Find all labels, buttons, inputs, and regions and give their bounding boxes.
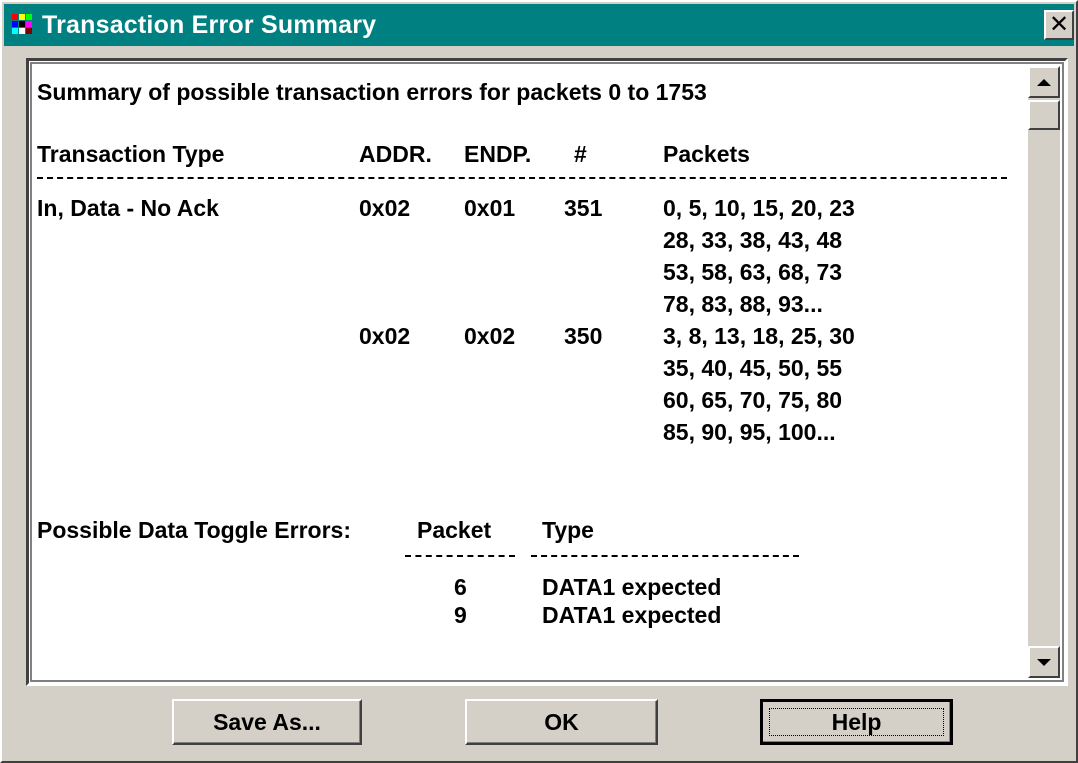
row-1-packets-line-1: 0, 5, 10, 15, 20, 23 <box>663 195 855 221</box>
row-2-count: 350 <box>564 323 603 349</box>
column-header-endp: ENDP. <box>464 141 532 167</box>
toggle-row-1-packet: 6 <box>454 574 467 600</box>
row-2-endp: 0x02 <box>464 323 516 349</box>
row-1-packets-line-4: 78, 83, 88, 93... <box>663 291 823 317</box>
vertical-scrollbar[interactable] <box>1028 66 1060 678</box>
summary-heading: Summary of possible transaction errors f… <box>37 79 707 105</box>
column-header-count: # <box>574 141 587 167</box>
scroll-up-arrow-icon <box>1037 78 1051 86</box>
summary-content: Summary of possible transaction errors f… <box>37 69 1025 675</box>
app-icon <box>12 14 34 36</box>
row-1-packets-line-2: 28, 33, 38, 43, 48 <box>663 227 843 253</box>
ok-label: OK <box>544 708 579 735</box>
scroll-down-button[interactable] <box>1028 646 1060 678</box>
focus-ring <box>769 708 944 736</box>
close-button[interactable]: ✕ <box>1044 10 1074 40</box>
column-header-packets: Packets <box>663 141 750 167</box>
row-2-packets-line-4: 85, 90, 95, 100... <box>663 419 836 445</box>
save-as-label: Save As... <box>213 708 321 735</box>
row-2-packets-line-1: 3, 8, 13, 18, 25, 30 <box>663 323 855 349</box>
row-1-type: In, Data - No Ack <box>37 195 219 221</box>
row-2-packets-line-3: 60, 65, 70, 75, 80 <box>663 387 843 413</box>
scroll-thumb[interactable] <box>1028 100 1060 130</box>
row-1-count: 351 <box>564 195 603 221</box>
column-header-addr: ADDR. <box>359 141 432 167</box>
toggle-row-1-type: DATA1 expected <box>542 574 722 600</box>
row-2-addr: 0x02 <box>359 323 411 349</box>
row-1-addr: 0x02 <box>359 195 411 221</box>
toggle-row-2-packet: 9 <box>454 602 467 628</box>
help-button[interactable]: Help <box>760 699 953 745</box>
ok-button[interactable]: OK <box>465 699 658 745</box>
toggle-column-type: Type <box>542 517 594 543</box>
toggle-column-packet: Packet <box>417 517 492 543</box>
toggle-type-divider <box>531 555 799 557</box>
row-1-endp: 0x01 <box>464 195 516 221</box>
toggle-row-2-type: DATA1 expected <box>542 602 722 628</box>
column-header-type: Transaction Type <box>37 141 225 167</box>
toggle-packet-divider <box>405 555 515 557</box>
row-2-packets-line-2: 35, 40, 45, 50, 55 <box>663 355 843 381</box>
toggle-errors-label: Possible Data Toggle Errors: <box>37 517 351 543</box>
window-title: Transaction Error Summary <box>42 10 377 39</box>
summary-panel: Summary of possible transaction errors f… <box>26 58 1068 686</box>
scroll-down-arrow-icon <box>1037 658 1051 666</box>
title-bar[interactable]: Transaction Error Summary ✕ <box>4 4 1074 46</box>
save-as-button[interactable]: Save As... <box>172 699 362 745</box>
row-1-packets-line-3: 53, 58, 63, 68, 73 <box>663 259 843 285</box>
dialog-window: Transaction Error Summary ✕ Summary of p… <box>0 0 1078 763</box>
close-icon: ✕ <box>1048 10 1070 38</box>
header-divider <box>37 177 1007 179</box>
scroll-up-button[interactable] <box>1028 66 1060 98</box>
